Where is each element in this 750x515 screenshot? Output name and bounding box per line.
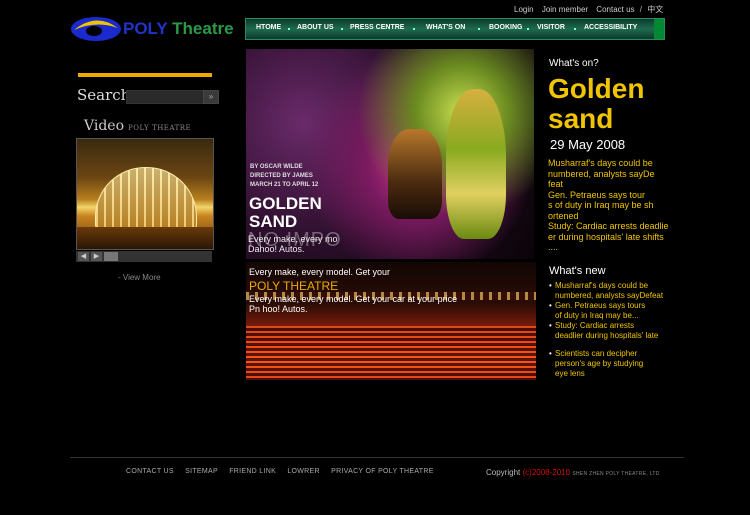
video-controls: ◀ ▶ (76, 251, 212, 262)
hall-line-3: Every make, every model. Get your car at… (249, 294, 458, 304)
bullet-icon: • (549, 301, 552, 310)
hall-line-1: Every make, every model. Get your (249, 267, 391, 277)
search-input[interactable] (126, 90, 204, 104)
hero-line-2: Dahoo! Autos. (248, 244, 305, 254)
video-sublabel: POLY THEATRE (128, 124, 192, 132)
next-icon[interactable]: ▶ (91, 252, 102, 261)
hero-title: GOLDEN SAND (249, 194, 322, 231)
seating-rows (246, 326, 536, 380)
chinese-language-link[interactable]: 中文 (647, 5, 663, 14)
feature-title-line-2[interactable]: sand (548, 104, 613, 134)
hall-line-4: Pn hoo! Autos. (249, 304, 308, 314)
hero-line-1: Every make, every mo (248, 234, 338, 244)
logo-poly: POLY (123, 19, 168, 38)
logo-theatre: Theatre (172, 19, 234, 38)
search-label: Search (77, 86, 131, 104)
footer-contact-us[interactable]: CONTACT US (126, 468, 174, 475)
feature-title-line-1[interactable]: Golden (548, 74, 644, 104)
copyright: Copyright (c)2008-2010 SHEN ZHEN POLY TH… (486, 468, 660, 477)
footer-friend-link[interactable]: FRIEND LINK (229, 468, 276, 475)
nav-about-us[interactable]: ABOUT US (297, 24, 334, 31)
list-item[interactable]: • Gen. Petraeus says tours of duty in Ira… (549, 301, 671, 321)
footer-privacy[interactable]: PRIVACY OF POLY THEATRE (331, 468, 434, 475)
video-heading: Video POLY THEATRE (84, 118, 191, 134)
footer-sitemap[interactable]: SITEMAP (185, 468, 218, 475)
login-link[interactable]: Login (514, 5, 534, 14)
video-label: Video (84, 118, 125, 134)
hero-credits: BY OSCAR WILDE DIRECTED BY JAMES MARCH 2… (250, 164, 319, 188)
video-player[interactable] (76, 138, 214, 250)
list-item[interactable]: • Scientists can decipher person's age by… (549, 349, 671, 379)
whats-new-list: • Musharraf's days could be numbered, ana… (549, 281, 671, 379)
top-links: Login Join member Contact us / 中文 (514, 4, 663, 15)
theatre-hall-banner[interactable]: Every make, every model. Get your POLY T… (246, 262, 536, 380)
whats-on-news[interactable]: Musharraf's days could be numbered, anal… (548, 158, 669, 253)
logo-eye-icon (71, 17, 121, 41)
whats-new-heading: What's new (549, 265, 606, 277)
logo-text: POLY Theatre (123, 19, 234, 39)
copyright-years: (c)2008-2010 (522, 468, 571, 477)
hall-title: POLY THEATRE (249, 279, 339, 293)
contact-us-link[interactable]: Contact us (596, 5, 634, 14)
bullet-icon: • (549, 281, 552, 290)
list-item[interactable]: • Musharraf's days could be numbered, ana… (549, 281, 671, 301)
site-logo[interactable]: POLY Theatre (70, 14, 245, 44)
separator: / (639, 5, 643, 14)
actress-figure (446, 89, 506, 239)
nav-booking[interactable]: BOOKING (489, 24, 522, 31)
actor-figure (388, 129, 442, 219)
feature-date: 29 May 2008 (550, 137, 626, 152)
accent-bar (78, 73, 212, 77)
list-item[interactable]: • Study: Cardiac arrests deadlier during … (549, 321, 671, 341)
view-more-link[interactable]: - View More (118, 273, 161, 282)
main-nav: HTOME ABOUT US PRESS CENTRE WHAT'S ON BO… (245, 18, 665, 40)
join-member-link[interactable]: Join member (542, 5, 588, 14)
prev-icon[interactable]: ◀ (78, 252, 89, 261)
nav-press-centre[interactable]: PRESS CENTRE (350, 24, 404, 31)
footer-lowrer[interactable]: LOWRER (287, 468, 320, 475)
copyright-company: SHEN ZHEN POLY THEATRE, LTD (572, 471, 660, 477)
video-progress-handle[interactable] (104, 252, 118, 261)
nav-visitor[interactable]: VISITOR (537, 24, 565, 31)
nav-accessibility[interactable]: ACCESSIBILITY (584, 24, 637, 31)
hero-banner[interactable]: BY OSCAR WILDE DIRECTED BY JAMES MARCH 2… (246, 49, 534, 259)
nav-whats-on[interactable]: WHAT'S ON (426, 24, 465, 31)
footer-links: CONTACT US SITEMAP FRIEND LINK LOWRER PR… (126, 468, 443, 475)
footer-divider (70, 457, 684, 458)
bullet-icon: • (549, 321, 552, 330)
whats-on-heading: What's on? (549, 58, 599, 69)
bullet-icon: • (549, 349, 552, 358)
theatre-building-image (95, 167, 197, 229)
nav-home[interactable]: HTOME (256, 24, 281, 31)
nav-end-cap (654, 19, 664, 39)
search-button[interactable]: » (203, 90, 219, 104)
